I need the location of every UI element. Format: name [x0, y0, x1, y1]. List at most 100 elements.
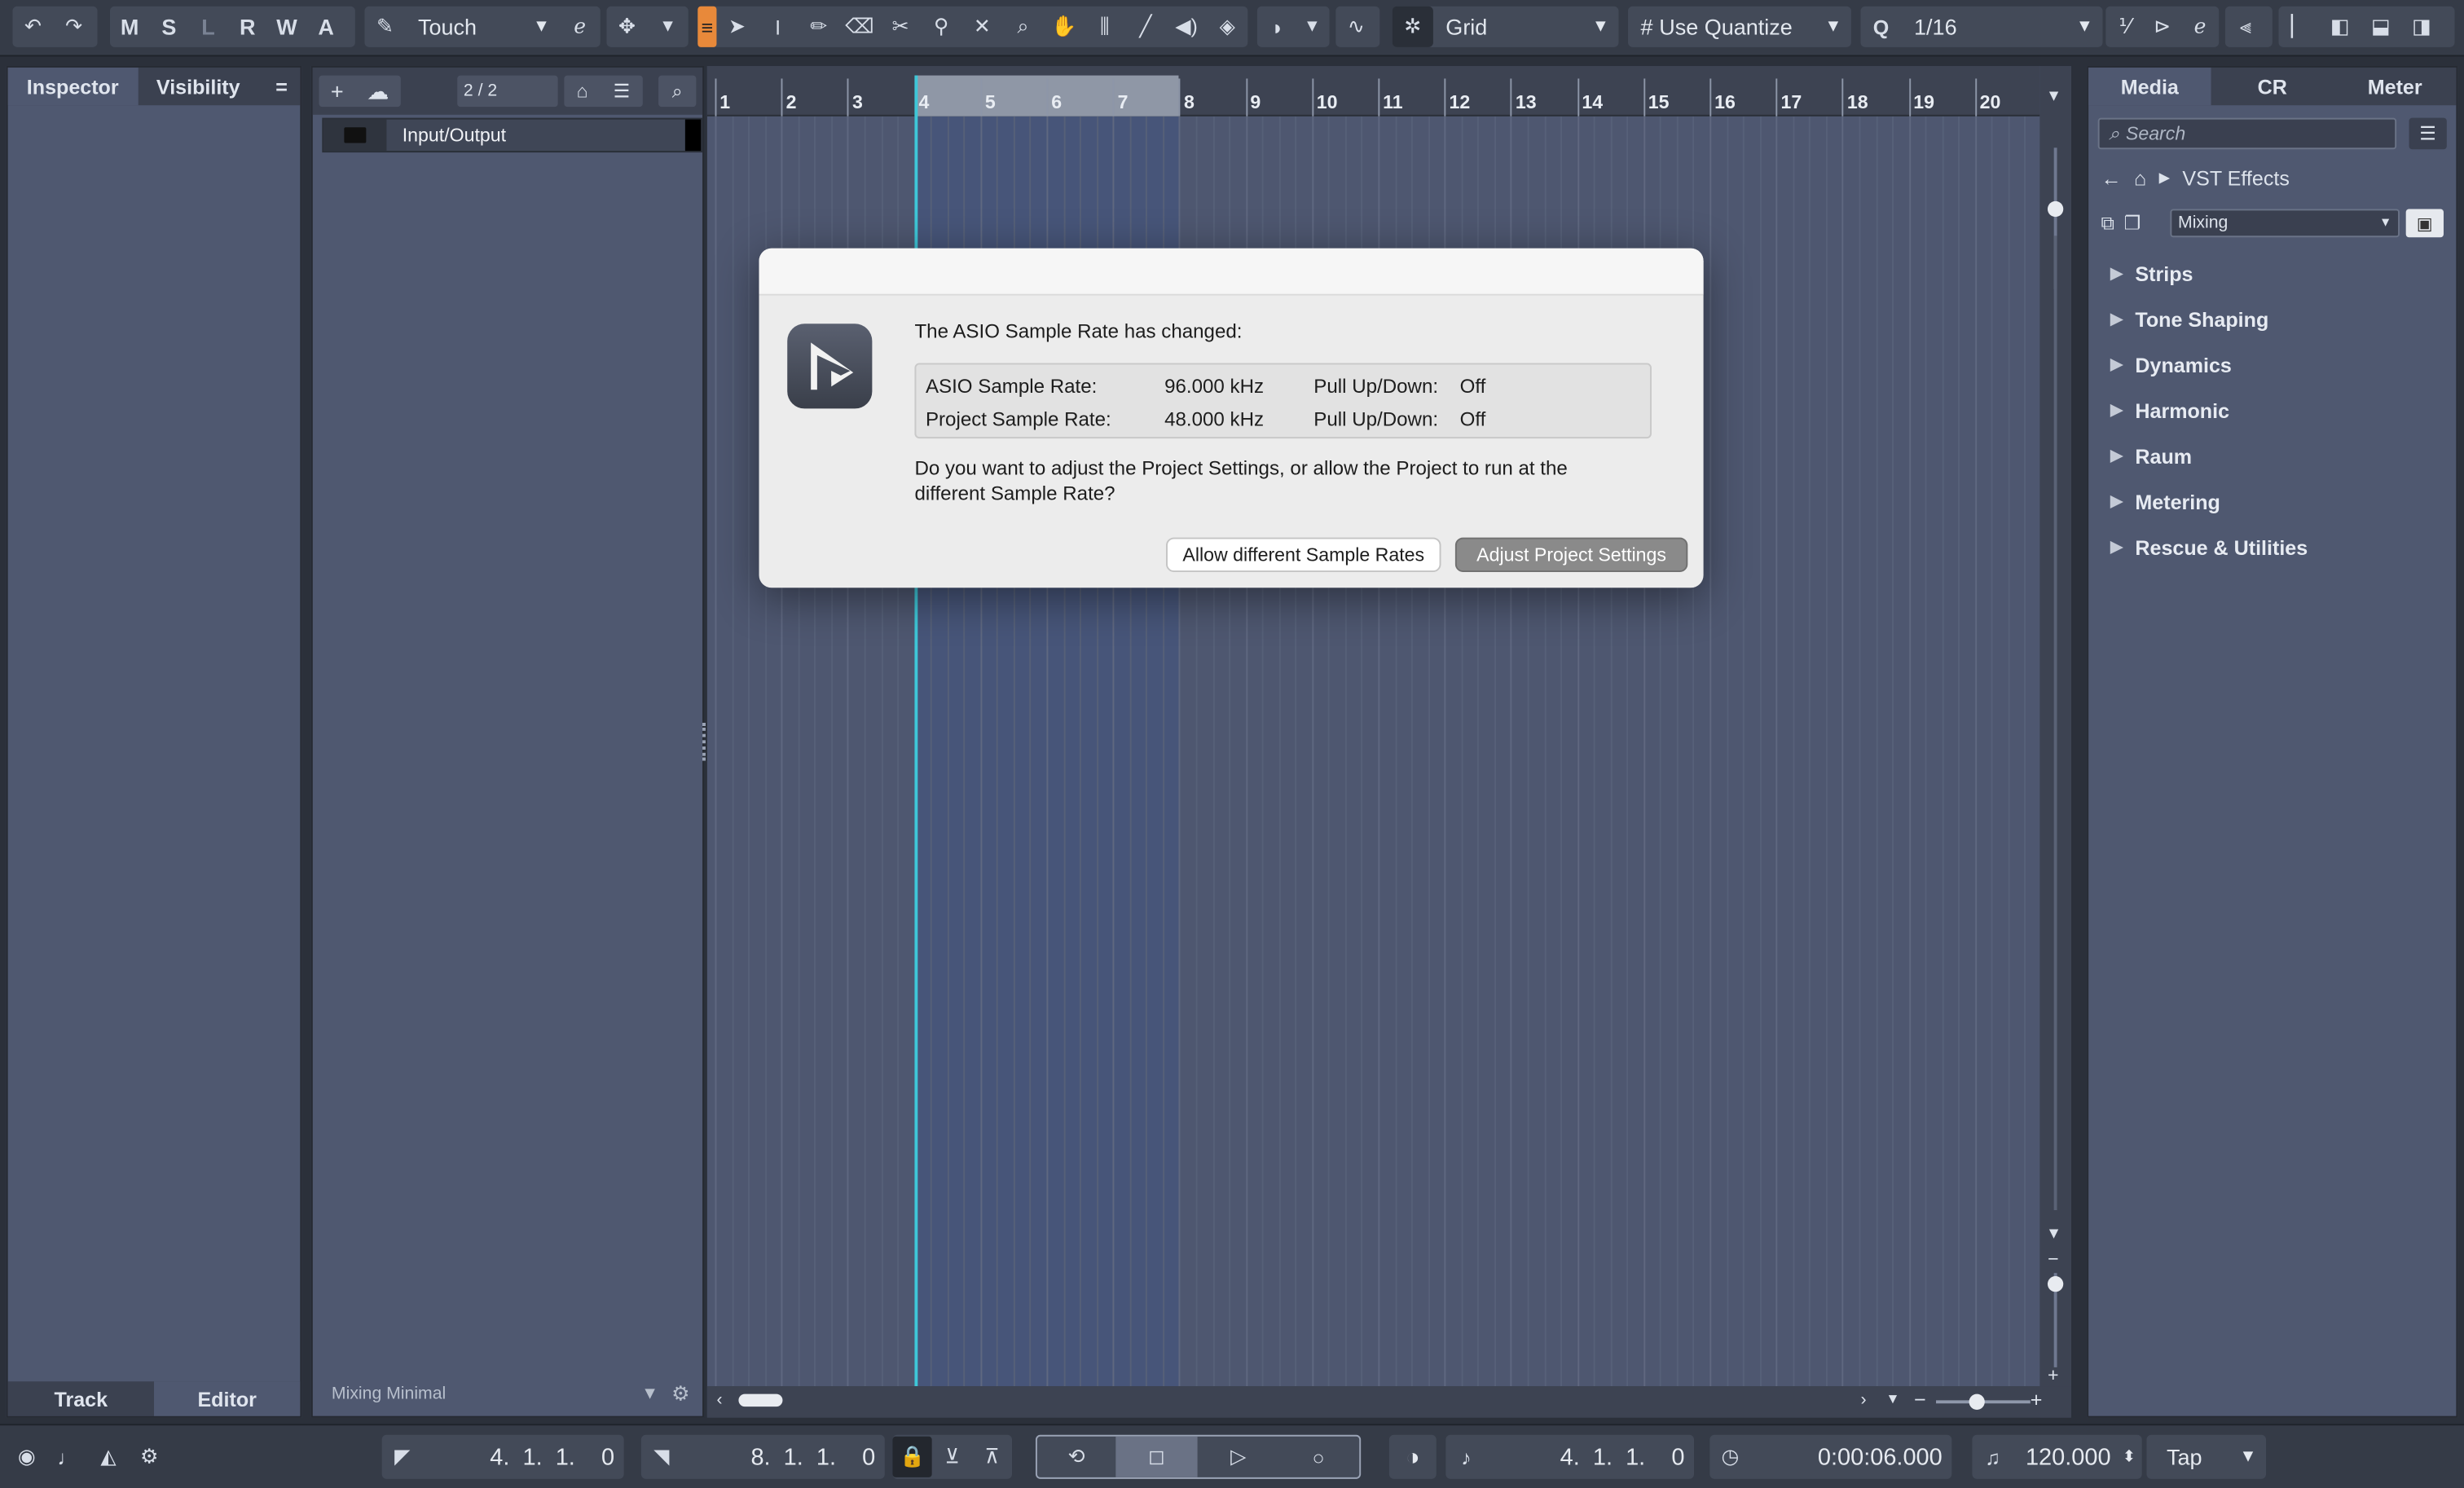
- chevron-down-icon[interactable]: ▼: [641, 1385, 658, 1403]
- comp-tool-icon[interactable]: ⫼: [1085, 7, 1125, 47]
- add-track-from-cloud-icon[interactable]: ☁: [367, 77, 389, 104]
- tuner-icon[interactable]: ◭: [88, 1437, 129, 1477]
- category-dropdown[interactable]: Mixing ▼: [2170, 209, 2400, 238]
- position-time[interactable]: ◷ 0:00:06.000: [1709, 1434, 1952, 1479]
- left-zone-toggle-icon[interactable]: ▏: [2278, 7, 2319, 47]
- folder-item[interactable]: ▶ Strips: [2110, 262, 2193, 286]
- play-tool-icon[interactable]: ◀): [1166, 7, 1207, 47]
- tab-track[interactable]: Track: [8, 1381, 154, 1415]
- zoom-out-icon[interactable]: −: [2048, 1248, 2059, 1270]
- snap-on-icon[interactable]: ✲: [1392, 6, 1433, 47]
- expand-arrow-icon[interactable]: ▶: [2110, 403, 2123, 420]
- autoscroll-icon[interactable]: ◗: [1257, 7, 1298, 47]
- hand-tool-icon[interactable]: ✋: [1044, 7, 1085, 47]
- zoom-in-icon[interactable]: +: [2031, 1388, 2043, 1411]
- punch-out-icon[interactable]: ⊼: [972, 1437, 1012, 1477]
- write-automation-button[interactable]: W: [267, 7, 306, 47]
- lock-icon[interactable]: 🔒: [892, 1436, 933, 1477]
- play-icon[interactable]: ▷: [1198, 1437, 1279, 1477]
- quantize-value-dropdown[interactable]: 1/16 ▼: [1902, 7, 2103, 47]
- line-tool-icon[interactable]: ╱: [1125, 7, 1166, 47]
- vertical-zoom-thumb[interactable]: [2047, 200, 2064, 218]
- quantize-icon[interactable]: Q: [1860, 7, 1901, 47]
- record-icon[interactable]: ○: [1279, 1437, 1357, 1477]
- solo-button[interactable]: S: [149, 7, 188, 47]
- gear-icon[interactable]: ⚙: [129, 1437, 169, 1477]
- timeline-ruler[interactable]: 1 2 3 4 5 6 7 8 9 10 11 12 13 14 15 16 17 18 19 20: [706, 66, 2040, 117]
- split-tool-icon[interactable]: ✂: [880, 7, 921, 47]
- punch-in-icon[interactable]: ⊻: [932, 1437, 972, 1477]
- expand-arrow-icon[interactable]: ▶: [2110, 494, 2123, 511]
- stop-icon[interactable]: ◻: [1115, 1436, 1198, 1477]
- redo-icon[interactable]: ↷: [54, 7, 95, 47]
- folder-item[interactable]: ▶ Tone Shaping: [2110, 308, 2268, 332]
- tab-control-room[interactable]: CR: [2211, 68, 2334, 105]
- chevron-down-icon[interactable]: ▼: [2046, 88, 2061, 105]
- zoom-tool-icon[interactable]: ⌕: [1002, 7, 1043, 47]
- tempo-track-icon[interactable]: ♫: [1972, 1437, 2013, 1477]
- chevron-right-icon[interactable]: ›: [1860, 1391, 1866, 1410]
- read-automation-button[interactable]: R: [228, 7, 267, 47]
- range-tool-icon[interactable]: I: [758, 7, 799, 47]
- track-list-menu-icon[interactable]: ☰: [614, 80, 631, 102]
- automation-panel-icon[interactable]: ℯ: [560, 7, 601, 47]
- adjust-project-settings-button[interactable]: Adjust Project Settings: [1454, 537, 1688, 573]
- lower-zone-toggle-icon[interactable]: ⬓: [2361, 7, 2401, 47]
- undo-icon[interactable]: ↶: [12, 7, 53, 47]
- tab-inspector[interactable]: Inspector: [7, 67, 138, 106]
- align-left-icon[interactable]: ⫷: [2225, 7, 2266, 47]
- chevron-down-icon[interactable]: ▼: [2239, 1447, 2256, 1466]
- zoom-out-icon[interactable]: −: [1914, 1388, 1926, 1411]
- snap-type-dropdown[interactable]: Grid ▼: [1433, 7, 1619, 47]
- metronome-icon[interactable]: ♩: [47, 1437, 88, 1477]
- horizontal-scroll-thumb[interactable]: [738, 1393, 783, 1407]
- expand-arrow-icon[interactable]: ▶: [2110, 448, 2123, 465]
- chevron-left-icon[interactable]: ‹: [716, 1391, 722, 1410]
- copy-icon[interactable]: ❐: [2124, 212, 2141, 234]
- horizontal-scrollbar[interactable]: ‹ › ▼ − +: [706, 1386, 2071, 1418]
- image-view-icon[interactable]: ▣: [2405, 209, 2444, 238]
- track-row[interactable]: Input/Output: [322, 117, 703, 153]
- expand-arrow-icon[interactable]: ▶: [2110, 539, 2123, 557]
- eraser-tool-icon[interactable]: ⌫: [839, 7, 880, 47]
- folder-item[interactable]: ▶ Metering: [2110, 491, 2220, 514]
- follow-icon[interactable]: ◑: [1388, 1434, 1437, 1479]
- folder-item[interactable]: ▶ Rescue & Utilities: [2110, 536, 2308, 560]
- horizontal-zoom-thumb[interactable]: [1969, 1393, 1985, 1410]
- zone-divider-handle[interactable]: [702, 723, 707, 761]
- track-height-thumb[interactable]: [2047, 1276, 2064, 1292]
- mute-tool-icon[interactable]: ✕: [961, 7, 1002, 47]
- left-locator[interactable]: ◤ 4. 1. 1. 0: [381, 1434, 624, 1479]
- gear-icon[interactable]: ⚙: [671, 1381, 689, 1407]
- visibility-agent-icon[interactable]: ⌂: [577, 80, 588, 102]
- menu-icon[interactable]: =: [263, 68, 301, 105]
- right-locator[interactable]: ◥ 8. 1. 1. 0: [640, 1434, 885, 1479]
- search-icon[interactable]: ⌕: [658, 75, 697, 108]
- position-bars[interactable]: ♪ 4. 1. 1. 0: [1445, 1434, 1695, 1479]
- tab-media[interactable]: Media: [2088, 67, 2211, 106]
- expand-arrow-icon[interactable]: ▶: [2110, 311, 2123, 328]
- suspend-automation-button[interactable]: A: [306, 7, 345, 47]
- right-zone-toggle-icon[interactable]: ◨: [2401, 7, 2442, 47]
- mute-button[interactable]: M: [110, 7, 149, 47]
- iterative-quantize-icon[interactable]: ⅟: [2105, 7, 2143, 47]
- chevron-down-icon[interactable]: ▼: [648, 7, 689, 47]
- snap-toggle-icon[interactable]: ∿: [1335, 7, 1376, 47]
- zoom-in-icon[interactable]: +: [2048, 1364, 2059, 1386]
- tempo-field[interactable]: ♫ 120.000 ⬍: [1972, 1434, 2142, 1479]
- quantize-presets-icon[interactable]: ℯ: [2181, 7, 2219, 47]
- performance-meter-icon[interactable]: ◉: [7, 1437, 47, 1477]
- folder-item[interactable]: ▶ Raum: [2110, 445, 2192, 469]
- tap-button[interactable]: Tap: [2146, 1444, 2222, 1469]
- color-tool-icon[interactable]: ◈: [1207, 7, 1247, 47]
- back-arrow-icon[interactable]: ←: [2101, 165, 2122, 189]
- listen-button[interactable]: L: [188, 7, 227, 47]
- drag-mode-icon[interactable]: ✥: [606, 7, 647, 47]
- search-input[interactable]: ⌕ Search: [2097, 117, 2397, 150]
- cycle-icon[interactable]: ⟲: [1037, 1437, 1115, 1477]
- stepper-icon[interactable]: ⬍: [2123, 1448, 2136, 1465]
- vertical-scrollbar[interactable]: ▼ ▼ − +: [2039, 66, 2071, 1418]
- vertical-scroll-track[interactable]: [2053, 236, 2057, 1211]
- allow-different-rates-button[interactable]: Allow different Sample Rates: [1166, 537, 1441, 573]
- automation-mode-dropdown[interactable]: Touch ▼: [406, 7, 560, 47]
